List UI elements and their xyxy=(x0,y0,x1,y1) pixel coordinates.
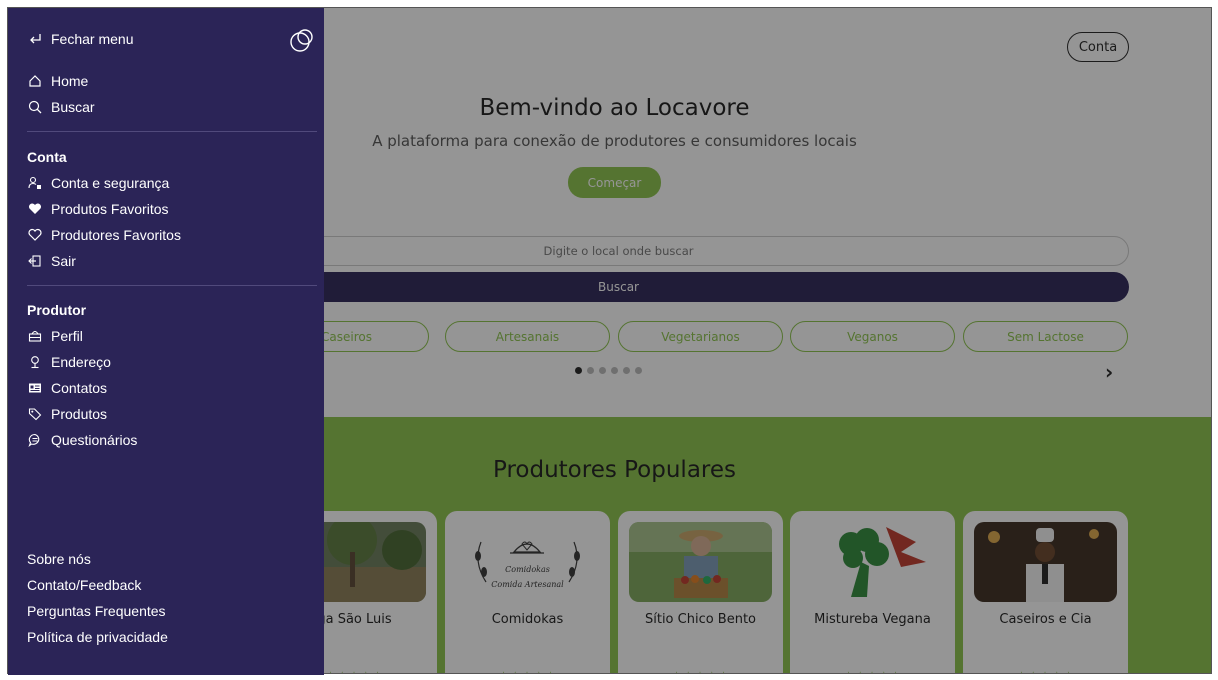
home-icon xyxy=(27,73,43,89)
menu-questionnaires[interactable]: Questionários xyxy=(27,432,137,448)
search-icon xyxy=(27,99,43,115)
nav-home-label: Home xyxy=(51,73,89,89)
contact-card-icon xyxy=(27,380,43,396)
divider xyxy=(27,285,317,286)
tags-icon xyxy=(27,406,43,422)
heart-filled-icon xyxy=(27,201,43,217)
footer-link-about[interactable]: Sobre nós xyxy=(27,551,91,567)
menu-label: Sair xyxy=(51,253,76,269)
side-menu: Fechar menu Home Buscar Conta Conta e se… xyxy=(8,8,324,675)
footer-link-contact[interactable]: Contato/Feedback xyxy=(27,577,141,593)
divider xyxy=(27,131,317,132)
menu-products[interactable]: Produtos xyxy=(27,406,107,422)
nav-search-label: Buscar xyxy=(51,99,95,115)
footer-link-faq[interactable]: Perguntas Frequentes xyxy=(27,603,166,619)
menu-favorite-producers[interactable]: Produtores Favoritos xyxy=(27,227,181,243)
user-lock-icon xyxy=(27,175,43,191)
chat-icon xyxy=(27,432,43,448)
theme-toggle-icon[interactable] xyxy=(289,28,315,54)
menu-label: Produtos Favoritos xyxy=(51,201,169,217)
producer-section-title: Produtor xyxy=(27,302,87,318)
menu-label: Contatos xyxy=(51,380,108,396)
close-menu-button[interactable]: Fechar menu xyxy=(27,31,133,47)
menu-label: Produtos xyxy=(51,406,108,422)
logout-icon xyxy=(27,253,43,269)
location-pin-icon xyxy=(27,354,43,370)
nav-search[interactable]: Buscar xyxy=(27,99,95,115)
heart-outline-icon xyxy=(27,227,43,243)
nav-home[interactable]: Home xyxy=(27,73,88,89)
return-arrow-icon xyxy=(27,31,43,47)
menu-address[interactable]: Endereço xyxy=(27,354,111,370)
menu-favorite-products[interactable]: Produtos Favoritos xyxy=(27,201,169,217)
menu-contacts[interactable]: Contatos xyxy=(27,380,107,396)
menu-account-security[interactable]: Conta e segurança xyxy=(27,175,169,191)
menu-profile[interactable]: Perfil xyxy=(27,328,83,344)
basket-icon xyxy=(27,328,43,344)
menu-logout[interactable]: Sair xyxy=(27,253,76,269)
account-section-title: Conta xyxy=(27,149,67,165)
footer-link-privacy[interactable]: Política de privacidade xyxy=(27,629,168,645)
menu-label: Conta e segurança xyxy=(51,175,170,191)
close-menu-label: Fechar menu xyxy=(51,31,134,47)
menu-label: Endereço xyxy=(51,354,111,370)
menu-label: Produtores Favoritos xyxy=(51,227,181,243)
menu-label: Questionários xyxy=(51,432,138,448)
menu-label: Perfil xyxy=(51,328,83,344)
